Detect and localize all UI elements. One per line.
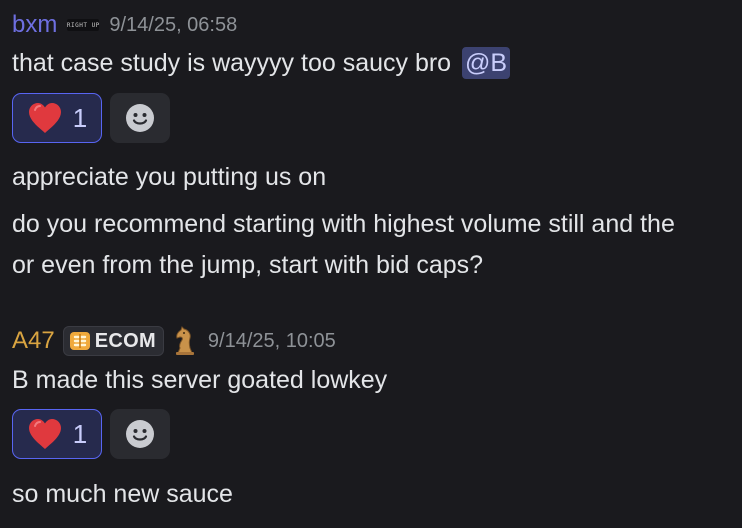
message-text: or even from the jump, start with bid ca…	[12, 251, 484, 279]
author-tag[interactable]: RIGHT UP	[67, 19, 100, 31]
message-text: do you recommend starting with highest v…	[12, 210, 675, 238]
reaction-bar: 1	[12, 93, 170, 143]
heart-icon	[28, 419, 61, 449]
chess-knight-icon[interactable]	[172, 326, 198, 356]
message-text: so much new sauce	[12, 480, 233, 508]
guild-tag-label: ECOM	[94, 329, 156, 352]
message-text: that case study is wayyyy too saucy bro	[12, 49, 452, 77]
reaction-heart[interactable]: 1	[12, 409, 102, 459]
reaction-bar: 1	[12, 409, 170, 459]
add-reaction-button[interactable]	[110, 93, 170, 143]
heart-icon	[28, 103, 61, 133]
reaction-count: 1	[72, 418, 88, 449]
add-reaction-button[interactable]	[110, 409, 170, 459]
message-timestamp[interactable]: 9/14/25, 06:58	[109, 14, 237, 37]
message-header: A47 ECOM 9/14/25, 10:05	[12, 326, 336, 356]
author-name[interactable]: A47	[12, 326, 55, 356]
message-text: B made this server goated lowkey	[12, 366, 388, 394]
message-text: appreciate you putting us on	[12, 163, 327, 191]
chat-messages: bxm RIGHT UP 9/14/25, 06:58 that case st…	[0, 0, 742, 528]
message-header: bxm RIGHT UP 9/14/25, 06:58	[12, 10, 237, 40]
guild-tag-icon	[69, 332, 90, 350]
reaction-count: 1	[72, 102, 88, 133]
reaction-heart[interactable]: 1	[12, 93, 102, 143]
add-reaction-icon	[126, 104, 154, 132]
user-mention[interactable]: @B	[462, 47, 511, 79]
message-timestamp[interactable]: 9/14/25, 10:05	[208, 330, 336, 353]
guild-tag[interactable]: ECOM	[62, 326, 164, 356]
author-name[interactable]: bxm	[12, 10, 57, 40]
message-content: that case study is wayyyy too saucy bro …	[12, 47, 511, 79]
add-reaction-icon	[126, 420, 154, 448]
